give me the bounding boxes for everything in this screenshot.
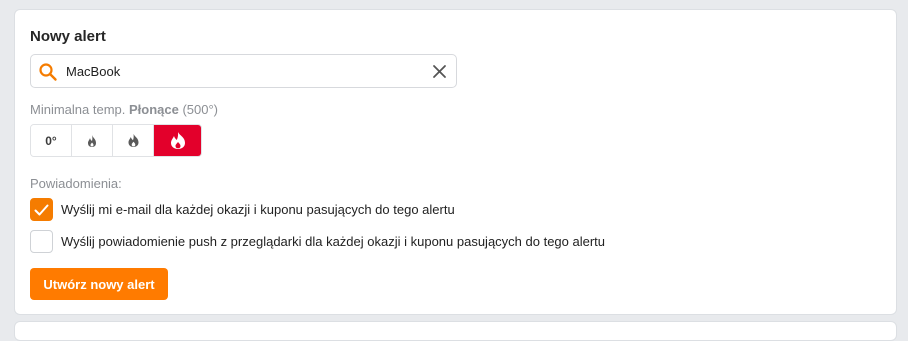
min-temp-label: Minimalna temp. Płonące (500°) [30,102,218,117]
temp-option-large[interactable] [154,125,201,156]
temp-option-medium[interactable] [113,125,154,156]
min-temp-label-suffix: (500°) [178,102,219,117]
temp-option-0[interactable]: 0° [31,125,72,156]
push-notification-option[interactable]: Wyślij powiadomienie push z przeglądarki… [30,230,605,253]
search-icon [39,63,57,81]
search-input[interactable]: MacBook [66,64,120,79]
flame-large-icon [170,132,185,149]
next-card [14,321,897,341]
min-temp-selected: Płonące [128,102,179,117]
form-title: Nowy alert [30,28,106,45]
temperature-selector: 0° [30,124,202,157]
email-checkbox[interactable] [30,198,53,221]
close-icon[interactable] [431,63,448,80]
notifications-label: Powiadomienia: [30,176,122,191]
email-option-label: Wyślij mi e-mail dla każdej okazji i kup… [61,202,455,217]
flame-small-icon [88,134,96,147]
checkmark-icon [34,204,49,215]
push-option-label: Wyślij powiadomienie push z przeglądarki… [61,234,606,249]
email-notification-option[interactable]: Wyślij mi e-mail dla każdej okazji i kup… [30,198,455,221]
search-field[interactable]: MacBook [30,54,457,88]
flame-medium-icon [128,134,138,147]
temp-option-small[interactable] [72,125,113,156]
min-temp-label-prefix: Minimalna temp. [30,102,129,117]
create-alert-button[interactable]: Utwórz nowy alert [30,268,168,300]
temp-option-0-label: 0° [45,133,57,148]
push-checkbox[interactable] [30,230,53,253]
new-alert-card: Nowy alert MacBook Minimalna temp. Płoną… [14,9,897,315]
